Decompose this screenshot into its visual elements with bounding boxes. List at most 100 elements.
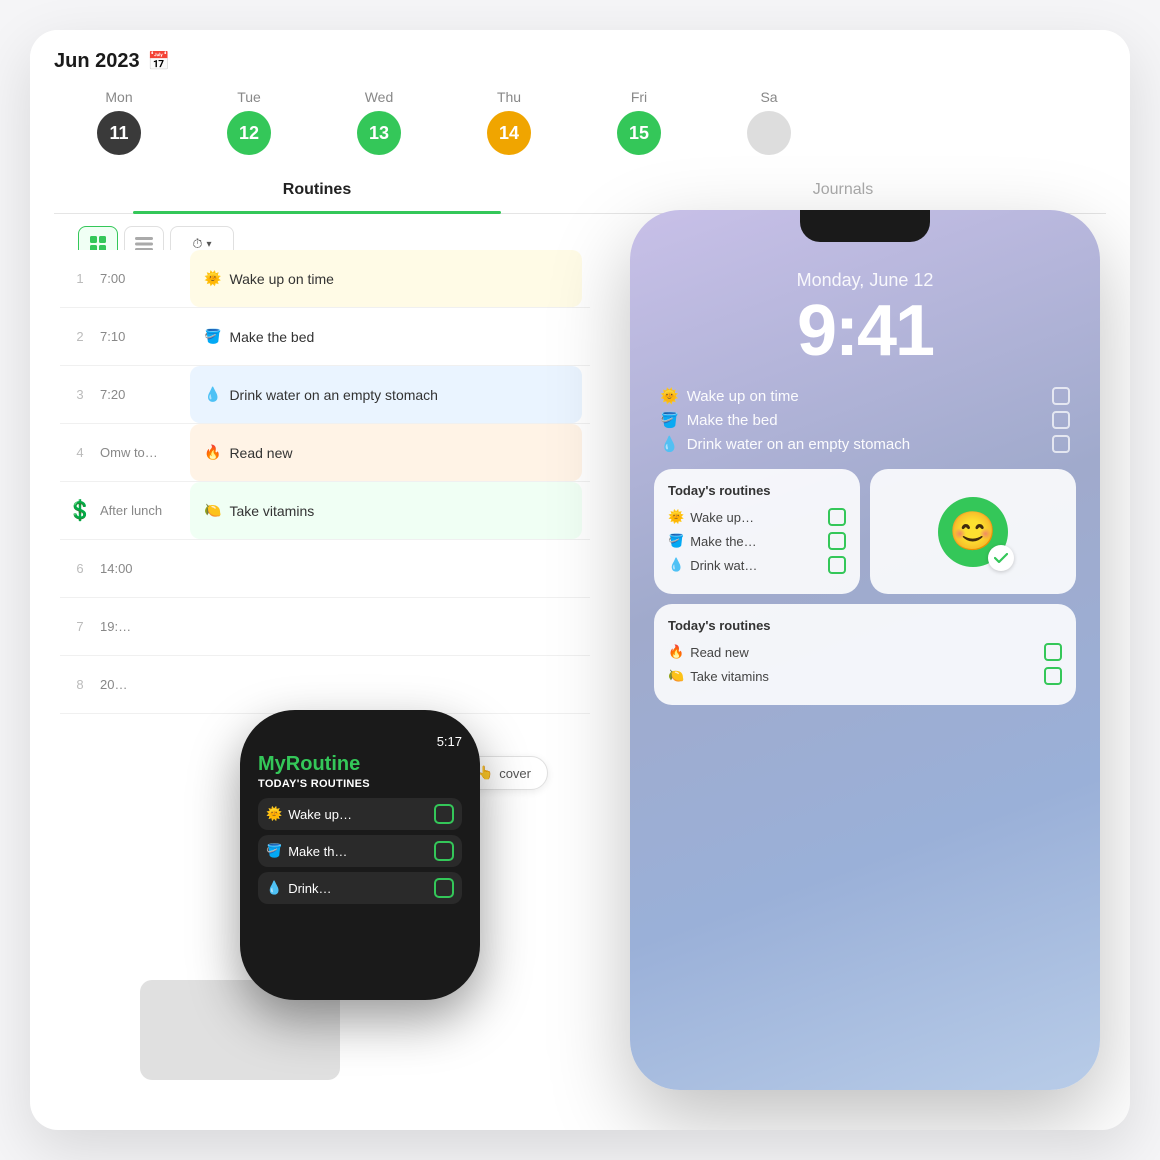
watch-checkbox-1[interactable] (434, 804, 454, 824)
widget-text-1b: Make the… (690, 534, 756, 549)
routine-item-4[interactable]: 🔥 Read new (190, 424, 582, 481)
tab-journals[interactable]: Journals (580, 167, 1106, 213)
routine-item-1[interactable]: 🌞 Wake up on time (190, 250, 582, 307)
day-mon[interactable]: Mon 11 (54, 89, 184, 155)
watch-item-2[interactable]: 🪣 Make th… (258, 835, 462, 867)
routine-num-5: 💲 (60, 498, 100, 523)
day-circle-fri[interactable]: 15 (617, 111, 661, 155)
lock-checkbox-1[interactable] (1052, 387, 1070, 405)
day-circle-wed[interactable]: 13 (357, 111, 401, 155)
routine-row-2: 2 7:10 🪣 Make the bed (60, 308, 590, 366)
day-fri[interactable]: Fri 15 (574, 89, 704, 155)
widget-item-1a: 🌞 Wake up… (668, 508, 846, 526)
day-circle-mon[interactable]: 11 (97, 111, 141, 155)
widget-checkbox-1a[interactable] (828, 508, 846, 526)
routine-row-6: 6 14:00 (60, 540, 590, 598)
widget-routines-2: Today's routines 🔥 Read new 🍋 Take vitam… (654, 604, 1076, 705)
lock-checkbox-3[interactable] (1052, 435, 1070, 453)
lock-text-2: Make the bed (687, 412, 778, 429)
day-thu[interactable]: Thu 14 (444, 89, 574, 155)
routine-row-8: 8 20… (60, 656, 590, 714)
routine-emoji-5: 🍋 (204, 502, 221, 519)
day-label-wed: Wed (365, 89, 394, 105)
widget-emoji-1a: 🌞 (668, 509, 684, 525)
routine-row-4: 4 Omw to… 🔥 Read new (60, 424, 590, 482)
watch-item-3[interactable]: 💧 Drink… (258, 872, 462, 904)
watch-checkbox-3[interactable] (434, 878, 454, 898)
routine-item-6[interactable] (190, 540, 582, 597)
day-circle-tue[interactable]: 12 (227, 111, 271, 155)
widget-text-1c: Drink wat… (690, 558, 757, 573)
phone-time: 9:41 (650, 295, 1080, 367)
calendar-icon: 📅 (148, 51, 170, 72)
watch-text-1: Wake up… (288, 807, 352, 822)
watch-item-1[interactable]: 🌞 Wake up… (258, 798, 462, 830)
routine-row-7: 7 19:… (60, 598, 590, 656)
routine-text-1: Wake up on time (229, 271, 334, 287)
lock-emoji-3: 💧 (660, 435, 679, 453)
watch-emoji-2: 🪣 (266, 843, 282, 859)
checkmark-badge (988, 545, 1014, 571)
widget-checkbox-2b[interactable] (1044, 667, 1062, 685)
routine-item-2[interactable]: 🪣 Make the bed (190, 308, 582, 365)
routine-text-4: Read new (229, 445, 292, 461)
widget-routines-1: Today's routines 🌞 Wake up… 🪣 Make the… (654, 469, 860, 594)
routine-row-1: 1 7:00 🌞 Wake up on time (60, 250, 590, 308)
watch-strap-bottom (140, 1030, 340, 1080)
routine-time-7: 19:… (100, 619, 190, 634)
day-circle-thu[interactable]: 14 (487, 111, 531, 155)
lock-checkbox-2[interactable] (1052, 411, 1070, 429)
widget-emoji-1b: 🪣 (668, 533, 684, 549)
routine-num-3: 3 (60, 387, 100, 402)
day-label-sa: Sa (760, 89, 777, 105)
watch-time: 5:17 (437, 734, 462, 749)
day-tue[interactable]: Tue 12 (184, 89, 314, 155)
routine-num-2: 2 (60, 329, 100, 344)
widget-checkbox-2a[interactable] (1044, 643, 1062, 661)
discover-label: cover (499, 766, 531, 781)
routine-emoji-2: 🪣 (204, 328, 221, 345)
widget-emoji-1c: 💧 (668, 557, 684, 573)
widget-item-1c: 💧 Drink wat… (668, 556, 846, 574)
routine-text-3: Drink water on an empty stomach (229, 387, 438, 403)
phone-widgets: Today's routines 🌞 Wake up… 🪣 Make the… (650, 469, 1080, 705)
widget-title-1: Today's routines (668, 483, 846, 498)
routine-num-4: 4 (60, 445, 100, 460)
widget-item-1b: 🪣 Make the… (668, 532, 846, 550)
routine-time-5: After lunch (100, 503, 190, 518)
lock-routines: 🌞 Wake up on time 🪣 Make the bed 💧 Drink… (650, 387, 1080, 453)
routine-row-3: 3 7:20 💧 Drink water on an empty stomach (60, 366, 590, 424)
day-wed[interactable]: Wed 13 (314, 89, 444, 155)
routine-item-3[interactable]: 💧 Drink water on an empty stomach (190, 366, 582, 423)
widget-emoji-2a: 🔥 (668, 644, 684, 660)
lock-text-1: Wake up on time (687, 388, 799, 405)
watch-emoji-3: 💧 (266, 880, 282, 896)
day-circle-sa[interactable] (747, 111, 791, 155)
routine-time-2: 7:10 (100, 329, 190, 344)
day-sa[interactable]: Sa (704, 89, 834, 155)
lock-text-3: Drink water on an empty stomach (687, 436, 910, 453)
widget-checkbox-1b[interactable] (828, 532, 846, 550)
routine-item-8[interactable] (190, 656, 582, 713)
watch-text-3: Drink… (288, 881, 331, 896)
routine-time-1: 7:00 (100, 271, 190, 286)
tabs-row: Routines Journals (54, 167, 1106, 214)
routine-item-5[interactable]: 🍋 Take vitamins (190, 482, 582, 539)
watch-wrapper: 5:17 MyRoutine TODAY'S ROUTINES 🌞 Wake u… (120, 980, 340, 1080)
routine-num-1: 1 (60, 271, 100, 286)
widget-item-2a: 🔥 Read new (668, 643, 1062, 661)
tab-routines[interactable]: Routines (54, 167, 580, 213)
routine-time-8: 20… (100, 677, 190, 692)
routine-emoji-4: 🔥 (204, 444, 221, 461)
routine-num-8: 8 (60, 677, 100, 692)
month-row: Jun 2023 📅 (54, 50, 1106, 73)
routine-item-7[interactable] (190, 598, 582, 655)
routine-time-6: 14:00 (100, 561, 190, 576)
day-label-tue: Tue (237, 89, 261, 105)
widget-text-1a: Wake up… (690, 510, 754, 525)
phone-mockup: Monday, June 12 9:41 🌞 Wake up on time 🪣… (630, 210, 1100, 1090)
watch-checkbox-2[interactable] (434, 841, 454, 861)
widget-smiley: 😊 (870, 469, 1076, 594)
routine-time-3: 7:20 (100, 387, 190, 402)
widget-checkbox-1c[interactable] (828, 556, 846, 574)
